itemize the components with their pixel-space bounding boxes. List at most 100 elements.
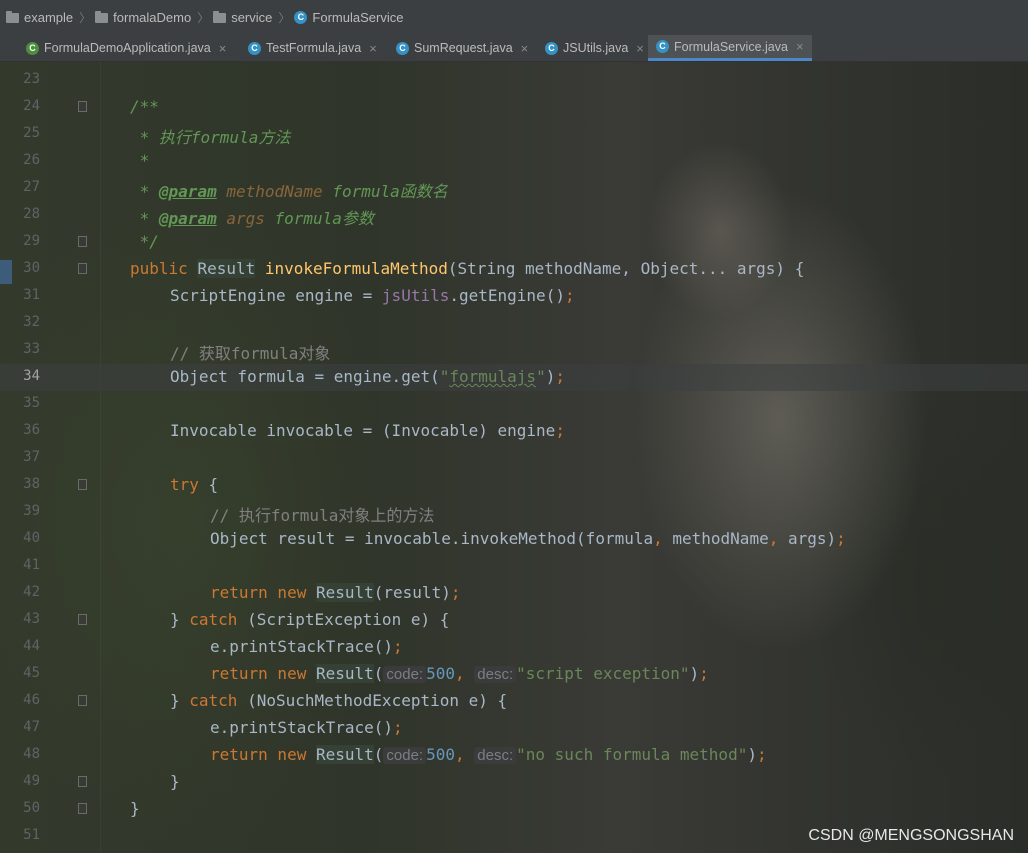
code-line[interactable]: 35 (0, 391, 1028, 418)
code-line[interactable]: 23 (0, 67, 1028, 94)
code-token: ; (555, 421, 565, 440)
code-token: Result (315, 583, 374, 602)
code-token: * (130, 182, 159, 201)
line-number: 43 (23, 611, 40, 627)
code-token: formula参数 (264, 209, 374, 228)
tab-formulaservice[interactable]: C FormulaService.java × (648, 35, 812, 61)
watermark: CSDN @MENGSONGSHAN (808, 827, 1014, 844)
code-line-current[interactable]: 34 Object formula = engine.get("formulaj… (0, 364, 1028, 391)
fold-marker-icon[interactable] (78, 803, 87, 814)
code-text: /** (130, 97, 159, 116)
code-token: ; (393, 637, 403, 656)
tab-jsutils[interactable]: C JSUtils.java × (537, 35, 647, 61)
code-token: .getEngine() (449, 286, 565, 305)
code-token: ( (373, 745, 384, 764)
line-number: 27 (23, 179, 40, 195)
code-token: methodName (226, 182, 323, 201)
code-token: try (170, 475, 199, 494)
code-editor[interactable]: 23 24 /** 25 * 执行formula方法 26 * 27 * @pa… (0, 61, 1028, 853)
code-line[interactable]: 29 */ (0, 229, 1028, 256)
line-number: 46 (23, 692, 40, 708)
code-token: Result (315, 664, 374, 683)
code-line[interactable]: 40 Object result = invocable.invokeMetho… (0, 526, 1028, 553)
code-token: methodName (672, 529, 769, 548)
code-text: * 执行formula方法 (130, 128, 291, 147)
code-line[interactable]: 48 return new Result(code: 500, desc: "no … (0, 742, 1028, 769)
code-text: public Result invokeFormulaMethod(String… (130, 259, 804, 278)
tab-testformula[interactable]: C TestFormula.java × (240, 35, 386, 61)
tab-label: JSUtils.java (563, 41, 629, 55)
code-text: return new Result(result); (210, 583, 460, 602)
code-line[interactable]: 39 // 执行formula对象上的方法 (0, 499, 1028, 526)
line-number: 41 (23, 557, 40, 573)
code-text: Invocable invocable = (Invocable) engine… (170, 421, 565, 440)
code-text: * @param methodName formula函数名 (130, 178, 448, 202)
line-number: 35 (23, 395, 40, 411)
code-line[interactable]: 43 } catch (ScriptException e) { (0, 607, 1028, 634)
fold-marker-icon[interactable] (78, 776, 87, 787)
class-icon: C (396, 41, 409, 55)
code-line[interactable]: 24 /** (0, 94, 1028, 121)
line-number: 44 (23, 638, 40, 654)
breadcrumb-item-formulaservice[interactable]: C FormulaService (294, 10, 403, 25)
breadcrumb-label: example (24, 10, 74, 25)
code-line[interactable]: 47 e.printStackTrace(); (0, 715, 1028, 742)
code-line[interactable]: 27 * @param methodName formula函数名 (0, 175, 1028, 202)
fold-marker-icon[interactable] (78, 479, 87, 490)
tab-sumrequest[interactable]: C SumRequest.java × (388, 35, 536, 61)
breadcrumb-label: FormulaService (312, 10, 404, 25)
fold-marker-icon[interactable] (78, 263, 87, 274)
code-line[interactable]: 38 try { (0, 472, 1028, 499)
code-line[interactable]: 26 * (0, 148, 1028, 175)
code-line[interactable]: 36 Invocable invocable = (Invocable) eng… (0, 418, 1028, 445)
folder-icon (6, 10, 19, 23)
code-line[interactable]: 30 public Result invokeFormulaMethod(Str… (0, 256, 1028, 283)
code-token: Invocable invocable = (Invocable) engine (170, 421, 556, 440)
breadcrumb-item-service[interactable]: service 〉 (213, 9, 294, 26)
code-line[interactable]: 46 } catch (NoSuchMethodException e) { (0, 688, 1028, 715)
code-token: ; (564, 286, 575, 305)
code-line[interactable]: 45 return new Result(code: 500, desc: "scr… (0, 661, 1028, 688)
close-icon[interactable]: × (369, 41, 377, 56)
code-line[interactable]: 33 // 获取formula对象 (0, 337, 1028, 364)
code-line[interactable]: 42 return new Result(result); (0, 580, 1028, 607)
code-line[interactable]: 28 * @param args formula参数 (0, 202, 1028, 229)
code-token: 500 (426, 664, 456, 683)
line-number: 23 (23, 71, 40, 87)
close-icon[interactable]: × (796, 39, 804, 54)
code-line[interactable]: 37 (0, 445, 1028, 472)
code-token: public (130, 259, 198, 278)
close-icon[interactable]: × (521, 41, 529, 56)
fold-marker-icon[interactable] (78, 614, 87, 625)
code-token: Result (197, 259, 256, 278)
tab-formulademoapplication[interactable]: C FormulaDemoApplication.java × (18, 35, 238, 61)
code-text: } catch (ScriptException e) { (170, 610, 449, 629)
close-icon[interactable]: × (219, 41, 227, 56)
folder-icon (95, 10, 109, 23)
line-number: 51 (23, 827, 40, 843)
code-token: return new (210, 664, 316, 683)
code-line[interactable]: 32 (0, 310, 1028, 337)
code-line[interactable]: 50 } (0, 796, 1028, 823)
fold-marker-icon[interactable] (78, 101, 87, 112)
tab-label: TestFormula.java (266, 41, 362, 55)
close-icon[interactable]: × (636, 41, 644, 56)
breadcrumb-item-formalademo[interactable]: formalaDemo 〉 (95, 9, 213, 26)
code-line[interactable]: 25 * 执行formula方法 (0, 121, 1028, 148)
line-number: 25 (23, 125, 40, 141)
line-number: 42 (23, 584, 40, 600)
code-line[interactable]: 31 ScriptEngine engine = jsUtils.getEngi… (0, 283, 1028, 310)
code-token: Object formula = engine.get( (170, 367, 440, 386)
code-line[interactable]: 41 (0, 553, 1028, 580)
code-token: e.printStackTrace() (210, 718, 394, 737)
code-token: } (170, 691, 190, 710)
code-line[interactable]: 49 } (0, 769, 1028, 796)
fold-marker-icon[interactable] (78, 695, 87, 706)
code-token: ; (836, 529, 846, 548)
code-token: , (455, 745, 475, 764)
code-token: invokeFormulaMethod (264, 259, 448, 278)
breadcrumb-item-example[interactable]: example 〉 (6, 9, 95, 26)
code-line[interactable]: 44 e.printStackTrace(); (0, 634, 1028, 661)
fold-marker-icon[interactable] (78, 236, 87, 247)
